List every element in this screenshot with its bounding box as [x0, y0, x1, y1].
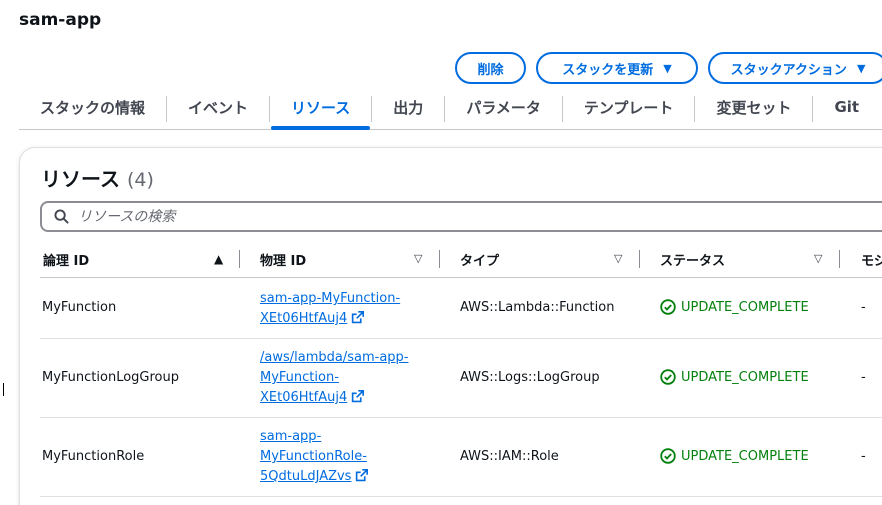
- logical-id: MyFunction: [42, 300, 117, 315]
- success-check-icon: [660, 299, 676, 315]
- physical-id-line[interactable]: /aws/lambda/sam-app-: [260, 348, 408, 368]
- status-badge: UPDATE_COMPLETE: [660, 448, 809, 464]
- sort-icon[interactable]: ▽: [414, 252, 422, 265]
- table-row: MyFunctionRole sam-app- MyFunctionRole- …: [40, 418, 882, 497]
- physical-id-text[interactable]: XEt06HtfAuj4: [260, 311, 347, 326]
- external-link-icon: [352, 311, 365, 324]
- status-badge: UPDATE_COMPLETE: [660, 299, 809, 315]
- physical-id-link[interactable]: sam-app-MyFunction- XEt06HtfAuj4: [260, 289, 400, 329]
- search-icon: [54, 209, 69, 224]
- external-link-icon: [356, 469, 369, 482]
- tab-change-sets[interactable]: 変更セット: [695, 88, 812, 126]
- table-header: 論理 ID ▲ 物理 ID ▽ タイプ ▽ ステータス ▽ モジ: [40, 240, 882, 278]
- module-value: -: [861, 370, 866, 385]
- stack-actions-bar: 削除 スタックを更新 ▼ スタックアクション ▼: [455, 52, 882, 84]
- success-check-icon: [660, 448, 676, 464]
- tab-git[interactable]: Git: [813, 88, 880, 126]
- delete-button[interactable]: 削除: [455, 52, 526, 84]
- tab-template[interactable]: テンプレート: [563, 88, 695, 126]
- sort-ascending-icon[interactable]: ▲: [214, 252, 223, 266]
- column-divider[interactable]: [839, 250, 840, 268]
- physical-id-line[interactable]: MyFunction-: [260, 368, 408, 388]
- resource-type: AWS::Lambda::Function: [460, 300, 615, 315]
- physical-id-line[interactable]: sam-app-: [260, 427, 368, 447]
- external-link-icon: [352, 390, 365, 403]
- module-value: -: [861, 300, 866, 315]
- column-divider[interactable]: [639, 250, 640, 268]
- resource-type: AWS::IAM::Role: [460, 449, 559, 464]
- success-check-icon: [660, 369, 676, 385]
- update-stack-label: スタックを更新: [562, 62, 654, 78]
- physical-id-line[interactable]: MyFunctionRole-: [260, 447, 368, 467]
- tab-parameters[interactable]: パラメータ: [445, 88, 562, 126]
- physical-id-line[interactable]: XEt06HtfAuj4: [260, 309, 400, 329]
- update-stack-button[interactable]: スタックを更新 ▼: [536, 52, 698, 84]
- physical-id-line[interactable]: XEt06HtfAuj4: [260, 388, 408, 408]
- search-box[interactable]: [40, 201, 882, 232]
- status-badge: UPDATE_COMPLETE: [660, 369, 809, 385]
- module-value: -: [861, 449, 866, 464]
- table-row: MyFunction sam-app-MyFunction- XEt06HtfA…: [40, 279, 882, 339]
- column-divider[interactable]: [239, 250, 240, 268]
- sort-icon[interactable]: ▽: [814, 252, 822, 265]
- column-type[interactable]: タイプ: [460, 240, 499, 278]
- physical-id-text[interactable]: XEt06HtfAuj4: [260, 390, 347, 405]
- resource-type: AWS::Logs::LogGroup: [460, 370, 600, 385]
- column-module[interactable]: モジ: [861, 240, 882, 278]
- stack-actions-button[interactable]: スタックアクション ▼: [708, 52, 882, 84]
- caret-down-icon: ▼: [856, 61, 866, 75]
- tab-resources[interactable]: リソース: [270, 88, 371, 130]
- tab-events[interactable]: イベント: [167, 88, 269, 126]
- status-text: UPDATE_COMPLETE: [681, 299, 809, 315]
- panel-title-text: リソース: [41, 167, 120, 191]
- physical-id-line[interactable]: 5QdtuLdJAZvs: [260, 467, 369, 487]
- search-input[interactable]: [78, 208, 778, 225]
- resources-panel: リソース (4) 論理 ID ▲ 物理 ID ▽ タイプ ▽ ステータス ▽ モ…: [19, 147, 882, 505]
- physical-id-text[interactable]: 5QdtuLdJAZvs: [260, 469, 351, 484]
- sort-icon[interactable]: ▽: [614, 252, 622, 265]
- column-divider[interactable]: [439, 250, 440, 268]
- edge-marker: [3, 383, 4, 396]
- column-logical-id[interactable]: 論理 ID: [43, 240, 89, 278]
- physical-id-link[interactable]: sam-app- MyFunctionRole- 5QdtuLdJAZvs: [260, 427, 369, 487]
- tab-outputs[interactable]: 出力: [372, 88, 444, 126]
- panel-title: リソース (4): [41, 163, 154, 192]
- status-text: UPDATE_COMPLETE: [681, 448, 809, 464]
- delete-button-label: 削除: [477, 62, 504, 78]
- column-physical-id[interactable]: 物理 ID: [260, 240, 306, 278]
- tab-stack-info[interactable]: スタックの情報: [19, 88, 166, 126]
- stack-actions-label: スタックアクション: [730, 62, 847, 78]
- logical-id: MyFunctionRole: [42, 449, 145, 464]
- page-title: sam-app: [19, 10, 102, 30]
- caret-down-icon: ▼: [663, 61, 672, 75]
- table-row: MyFunctionLogGroup /aws/lambda/sam-app- …: [40, 339, 882, 418]
- column-status[interactable]: ステータス: [660, 240, 725, 278]
- tab-bar: スタックの情報 イベント リソース 出力 パラメータ テンプレート 変更セット …: [19, 88, 882, 130]
- logical-id: MyFunctionLogGroup: [42, 370, 180, 385]
- physical-id-link[interactable]: /aws/lambda/sam-app- MyFunction- XEt06Ht…: [260, 348, 408, 408]
- status-text: UPDATE_COMPLETE: [681, 369, 809, 385]
- physical-id-line[interactable]: sam-app-MyFunction-: [260, 289, 400, 309]
- resource-count: (4): [126, 169, 154, 191]
